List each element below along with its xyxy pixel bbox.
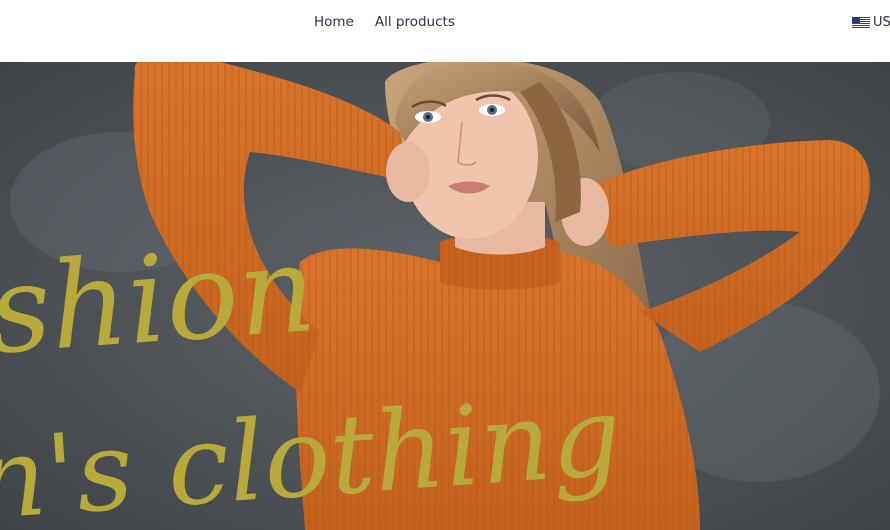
us-flag-icon bbox=[852, 17, 870, 28]
hero-image: shion n's clothing bbox=[0, 62, 890, 530]
site-header: Home All products USD bbox=[0, 0, 890, 62]
nav-home-link[interactable]: Home bbox=[314, 14, 354, 30]
hero-banner: shion n's clothing bbox=[0, 62, 890, 530]
nav-all-products-link[interactable]: All products bbox=[375, 14, 455, 30]
currency-selector[interactable]: USD bbox=[852, 15, 890, 30]
main-nav: Home All products bbox=[314, 14, 455, 30]
currency-label: USD bbox=[873, 15, 890, 30]
hero-title-line1: shion bbox=[0, 220, 320, 381]
